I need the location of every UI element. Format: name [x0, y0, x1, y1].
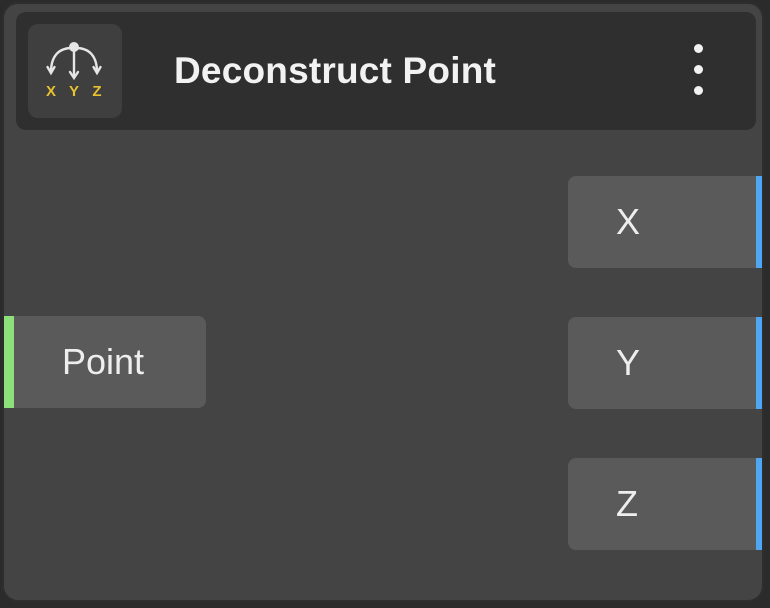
menu-dot	[694, 44, 703, 53]
output-port-z[interactable]: Z	[568, 458, 762, 550]
output-port-y[interactable]: Y	[568, 317, 762, 409]
input-socket-point[interactable]	[4, 316, 14, 408]
icon-letter-z: Z	[92, 83, 101, 100]
deconstruct-point-icon: X Y Z	[28, 24, 122, 118]
output-socket-y[interactable]	[756, 317, 762, 409]
deconstruct-point-icon-graphic: X Y Z	[46, 42, 102, 100]
deconstruct-point-node[interactable]: X Y Z Deconstruct Point Point X Y Z	[2, 2, 764, 602]
output-port-x[interactable]: X	[568, 176, 762, 268]
input-port-label: Point	[62, 341, 145, 382]
menu-dot	[694, 65, 703, 74]
output-port-label: Z	[616, 483, 638, 524]
menu-dot	[694, 86, 703, 95]
icon-letter-y: Y	[69, 83, 79, 100]
icon-letter-x: X	[46, 83, 56, 100]
node-title: Deconstruct Point	[174, 50, 497, 91]
input-port-point[interactable]: Point	[4, 316, 206, 408]
output-port-label: X	[616, 201, 641, 242]
output-socket-x[interactable]	[756, 176, 762, 268]
more-vertical-icon[interactable]	[684, 42, 714, 98]
output-port-label: Y	[616, 342, 641, 383]
output-socket-z[interactable]	[756, 458, 762, 550]
node-header[interactable]: X Y Z Deconstruct Point	[16, 12, 756, 130]
